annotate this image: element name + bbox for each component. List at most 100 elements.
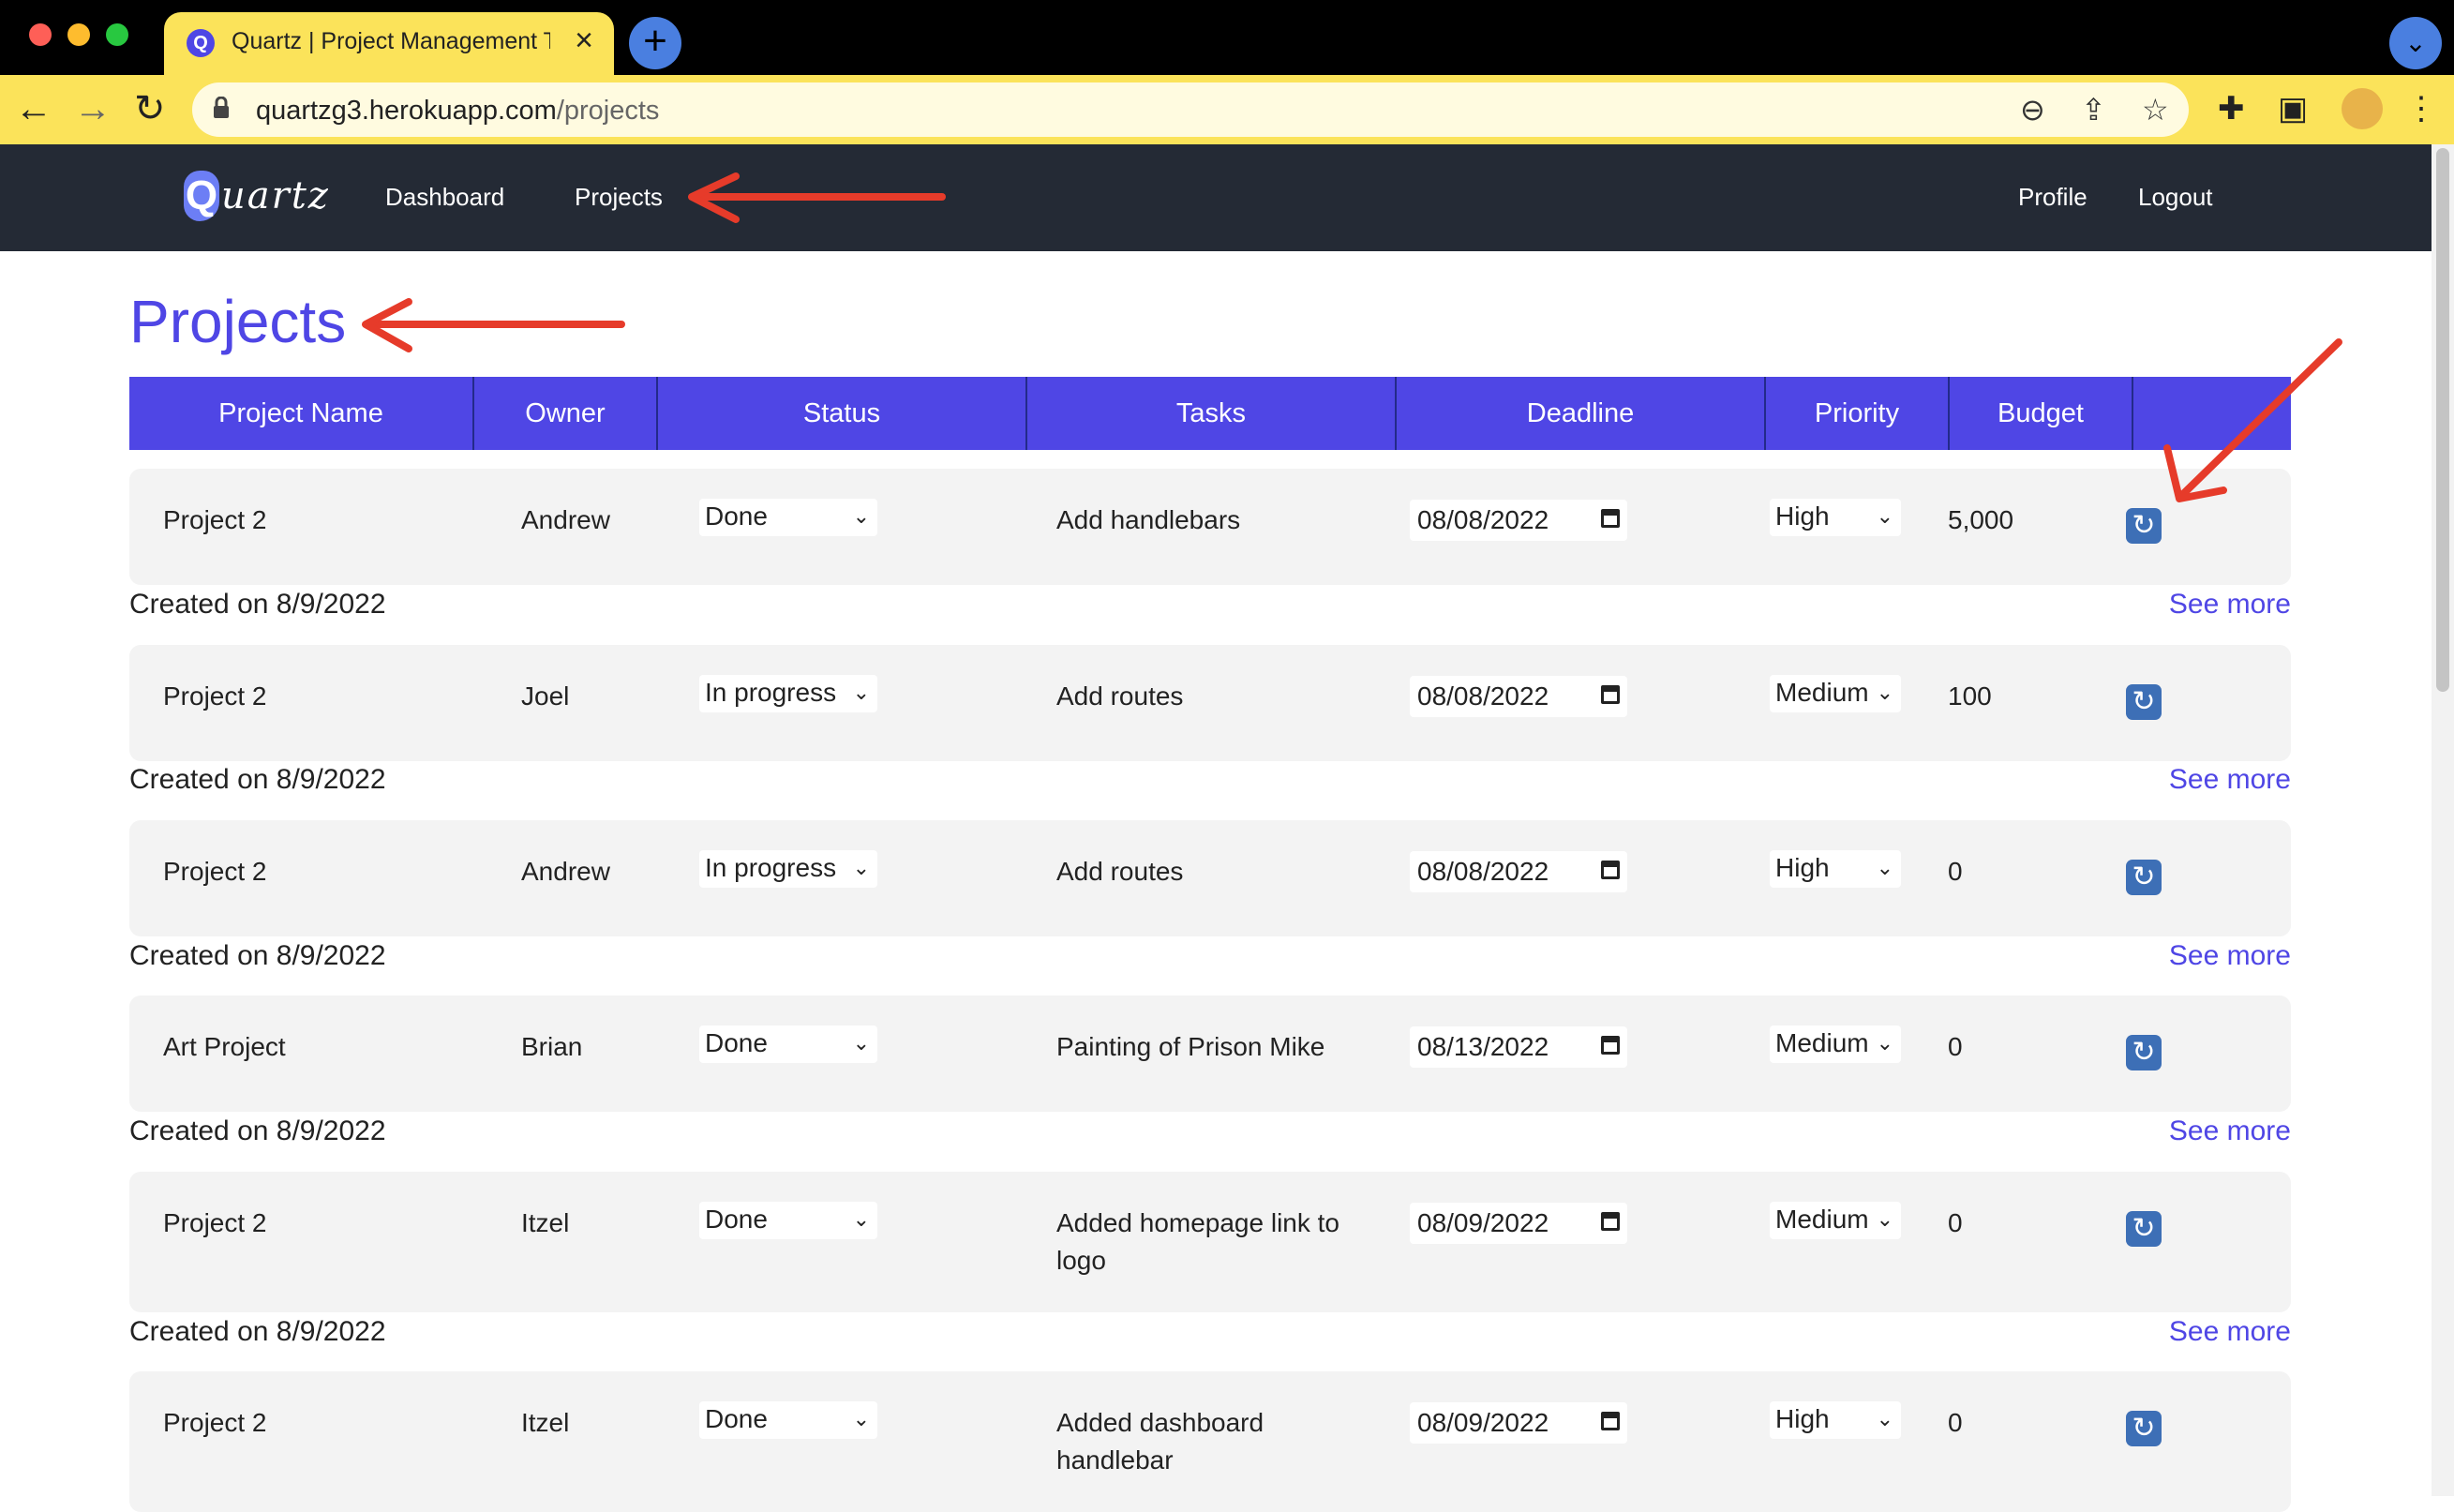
table-row: Art Project Brian Done ⌄ Painting of Pris… [129,996,2291,1112]
nav-link-projects[interactable]: Projects [575,183,663,212]
refresh-icon[interactable]: ↻ [2126,1035,2162,1070]
priority-select[interactable]: High ⌄ [1770,850,1901,888]
budget-value: 100 [1948,681,1992,711]
nav-link-dashboard[interactable]: Dashboard [385,183,504,212]
side-panel-icon[interactable]: ▣ [2278,90,2308,127]
priority-select[interactable]: High ⌄ [1770,1401,1901,1439]
priority-select[interactable]: Medium ⌄ [1770,675,1901,712]
priority-value: High [1775,1404,1830,1433]
status-select[interactable]: In progress ⌄ [699,675,877,712]
priority-select[interactable]: Medium ⌄ [1770,1025,1901,1063]
puzzle-icon[interactable]: ✚ [2218,90,2245,127]
close-window-button[interactable] [29,23,52,46]
status-select[interactable]: In progress ⌄ [699,850,877,888]
calendar-icon[interactable] [1601,1212,1620,1231]
calendar-icon[interactable] [1601,685,1620,704]
owner-name: Andrew [521,857,610,886]
created-date: Created on 8/9/2022 [129,1115,386,1146]
deadline-date-input[interactable]: 08/08/2022 [1410,851,1627,892]
maximize-window-button[interactable] [106,23,128,46]
refresh-icon[interactable]: ↻ [2126,860,2162,895]
browser-tab-bar: Q Quartz | Project Management T × + ⌄ [0,0,2454,75]
status-select[interactable]: Done ⌄ [699,1025,877,1063]
calendar-icon[interactable] [1601,509,1620,528]
status-select[interactable]: Done ⌄ [699,1202,877,1239]
app-navbar: Q uartz Dashboard Projects Profile Logou… [0,144,2432,251]
zoom-out-icon[interactable]: ⊖ [2020,92,2045,127]
calendar-icon[interactable] [1601,861,1620,879]
calendar-icon[interactable] [1601,1412,1620,1430]
table-row: Project 2 Itzel Done ⌄ Added dashboard ha… [129,1371,2291,1512]
project-name: Project 2 [163,505,267,534]
chevron-down-icon: ⌄ [1876,1207,1893,1231]
calendar-icon[interactable] [1601,1036,1620,1055]
see-more-link[interactable]: See more [2169,940,2291,972]
owner-name: Brian [521,1032,583,1061]
project-name: Project 2 [163,681,267,711]
header-budget: Budget [1948,377,2132,450]
task-text-line2: logo [1056,1246,1106,1275]
deadline-value: 08/09/2022 [1417,1208,1549,1237]
forward-arrow-icon[interactable]: → [74,88,112,129]
see-more-link[interactable]: See more [2169,764,2291,796]
browser-toolbar: ← → ↻ quartzg3.herokuapp.com/projects ⊖ … [0,75,2454,144]
page-scrollbar[interactable] [2432,144,2454,1496]
refresh-icon[interactable]: ↻ [2126,508,2162,544]
owner-name: Itzel [521,1208,570,1237]
header-status: Status [656,377,1025,450]
see-more-link[interactable]: See more [2169,1115,2291,1147]
deadline-date-input[interactable]: 08/09/2022 [1410,1203,1627,1244]
chevron-down-icon: ⌄ [1876,1407,1893,1430]
new-tab-button[interactable]: + [629,17,681,69]
quartz-favicon-icon: Q [187,29,215,57]
address-bar[interactable]: quartzg3.herokuapp.com/projects ⊖ ⇪ ☆ [192,82,2189,137]
refresh-icon[interactable]: ↻ [2126,1211,2162,1247]
status-value: In progress [705,853,837,882]
status-select[interactable]: Done ⌄ [699,1401,877,1439]
url-text: quartzg3.herokuapp.com/projects [256,96,660,126]
star-icon[interactable]: ☆ [2142,92,2169,127]
header-actions [2132,377,2293,450]
status-select[interactable]: Done ⌄ [699,499,877,536]
reload-icon[interactable]: ↻ [134,88,166,129]
task-text: Painting of Prison Mike [1056,1032,1325,1061]
deadline-date-input[interactable]: 08/13/2022 [1410,1026,1627,1068]
deadline-date-input[interactable]: 08/08/2022 [1410,500,1627,541]
created-date: Created on 8/9/2022 [129,940,386,971]
refresh-icon[interactable]: ↻ [2126,1411,2162,1446]
scrollbar-thumb[interactable] [2436,148,2449,692]
chevron-down-icon: ⌄ [1876,681,1893,704]
created-date: Created on 8/9/2022 [129,589,386,620]
task-text: Added homepage link to [1056,1208,1339,1237]
status-value: In progress [705,678,837,707]
priority-value: High [1775,502,1830,531]
priority-select[interactable]: Medium ⌄ [1770,1202,1901,1239]
browser-tab-active[interactable]: Q Quartz | Project Management T × [164,12,614,75]
nav-link-logout[interactable]: Logout [2138,183,2213,212]
project-name: Art Project [163,1032,286,1061]
priority-value: Medium [1775,1028,1869,1057]
deadline-value: 08/13/2022 [1417,1032,1549,1061]
chevron-down-icon: ⌄ [1876,1031,1893,1055]
see-more-link[interactable]: See more [2169,589,2291,621]
back-arrow-icon[interactable]: ← [15,88,52,129]
kebab-menu-icon[interactable]: ⋮ [2405,90,2437,127]
refresh-icon[interactable]: ↻ [2126,684,2162,720]
nav-link-profile[interactable]: Profile [2018,183,2087,212]
status-value: Done [705,502,768,531]
chevron-down-icon: ⌄ [1876,856,1893,879]
deadline-date-input[interactable]: 08/08/2022 [1410,676,1627,717]
table-row: Project 2 Andrew In progress ⌄ Add routes… [129,820,2291,936]
profile-avatar[interactable] [2342,88,2383,129]
task-text-line2: handlebar [1056,1445,1174,1475]
close-tab-icon[interactable]: × [575,23,593,57]
minimize-window-button[interactable] [67,23,90,46]
deadline-value: 08/09/2022 [1417,1408,1549,1437]
see-more-link[interactable]: See more [2169,1316,2291,1348]
page-title: Projects [129,288,347,355]
share-icon[interactable]: ⇪ [2081,92,2106,127]
priority-select[interactable]: High ⌄ [1770,499,1901,536]
deadline-date-input[interactable]: 08/09/2022 [1410,1402,1627,1444]
tab-search-chevron-icon[interactable]: ⌄ [2389,17,2442,69]
task-text: Add routes [1056,857,1184,886]
